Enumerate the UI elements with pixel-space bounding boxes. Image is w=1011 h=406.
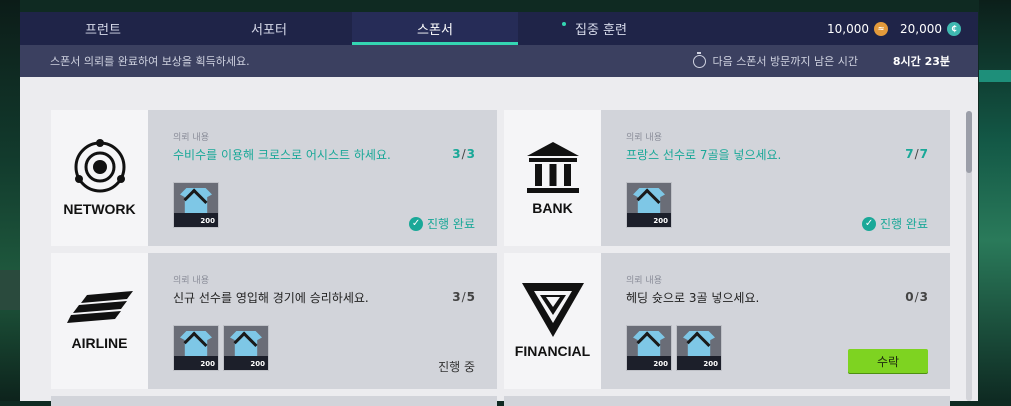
sponsor-description: 스폰서 의뢰를 완료하여 보상을 획득하세요.	[50, 55, 250, 68]
ad-board	[979, 70, 1011, 82]
reward-value: 200	[653, 360, 668, 368]
tab-supporter[interactable]: 서포터	[186, 12, 352, 45]
accept-button[interactable]: 수락	[848, 349, 928, 373]
token-amount: 20,000	[900, 21, 942, 36]
progress-current: 3	[452, 290, 461, 304]
scrollbar-thumb[interactable]	[966, 111, 972, 173]
sponsor-card-financial[interactable]: FINANCIAL 의뢰 내용 헤딩 슛으로 3골 넣으세요. 0/3 200 …	[504, 253, 950, 389]
reward-list: 200	[626, 182, 672, 228]
reward-list: 200	[173, 182, 219, 228]
sponsor-card-network[interactable]: NETWORK 의뢰 내용 수비수를 이용해 크로스로 어시스트 하세요. 3/…	[51, 110, 497, 246]
progress-total: 5	[466, 290, 475, 304]
mission-text: 헤딩 슛으로 3골 넣으세요.	[626, 291, 760, 305]
sponsor-logo: AIRLINE	[51, 253, 148, 389]
network-logo-icon	[74, 139, 125, 193]
reward-value: 200	[703, 360, 718, 368]
bank-logo-icon	[526, 142, 579, 193]
sponsor-card-partial	[51, 396, 497, 406]
check-icon: ✓	[862, 216, 877, 231]
sponsor-name: BANK	[532, 200, 573, 216]
sponsor-card-partial	[504, 396, 950, 406]
status-completed: ✓ 진행 완료	[862, 215, 928, 232]
timer-label-text: 다음 스폰서 방문까지 남은 시간	[712, 55, 858, 68]
sponsor-name: NETWORK	[63, 201, 136, 217]
progress-current: 7	[905, 147, 914, 161]
reward-jersey-card[interactable]: 200	[626, 182, 672, 228]
status-in-progress: 진행 중	[438, 358, 475, 375]
token-balance: 20,000 ₵	[900, 12, 961, 45]
mission-label: 의뢰 내용	[626, 133, 662, 143]
status-text: 진행 중	[438, 360, 475, 374]
stadium-background-left	[0, 0, 20, 401]
tab-label: 집중 훈련	[575, 23, 627, 38]
sponsor-logo: BANK	[504, 110, 601, 246]
mission-label: 의뢰 내용	[626, 276, 662, 286]
reward-jersey-card[interactable]: 200	[676, 325, 722, 371]
mission-label: 의뢰 내용	[173, 276, 209, 286]
timer-value: 8시간 23분	[892, 55, 950, 68]
airline-logo-icon	[66, 291, 133, 323]
progress-current: 0	[905, 290, 914, 304]
sponsor-name: FINANCIAL	[514, 343, 591, 359]
check-icon: ✓	[409, 216, 424, 231]
stadium-background-right	[979, 0, 1011, 401]
status-text: 진행 완료	[880, 217, 928, 231]
coin-amount: 10,000	[827, 21, 869, 36]
tab-front[interactable]: 프런트	[20, 12, 186, 45]
progress-total: 3	[466, 147, 475, 161]
sponsor-name: AIRLINE	[71, 335, 128, 351]
mission-progress: 3/3	[452, 147, 475, 161]
mission-progress: 3/5	[452, 290, 475, 304]
reward-jersey-card[interactable]: 200	[223, 325, 269, 371]
info-bar: 스폰서 의뢰를 완료하여 보상을 획득하세요. 다음 스폰서 방문까지 남은 시…	[20, 45, 978, 77]
mission-label: 의뢰 내용	[173, 133, 209, 143]
tab-label: 프런트	[85, 23, 121, 38]
status-completed: ✓ 진행 완료	[409, 215, 475, 232]
tab-label: 서포터	[251, 23, 287, 38]
stopwatch-icon	[693, 51, 707, 68]
mission-text: 신규 선수를 영입해 경기에 승리하세요.	[173, 291, 369, 305]
reward-jersey-card[interactable]: 200	[173, 182, 219, 228]
coin-icon: ≈	[874, 21, 888, 36]
progress-current: 3	[452, 147, 461, 161]
sponsor-card-bank[interactable]: BANK 의뢰 내용 프랑스 선수로 7골을 넣으세요. 7/7 200 ✓ 진행…	[504, 110, 950, 246]
sponsor-panel: NETWORK 의뢰 내용 수비수를 이용해 크로스로 어시스트 하세요. 3/…	[20, 77, 978, 406]
tab-focus-training[interactable]: 집중 훈련	[518, 12, 684, 45]
tab-sponsor[interactable]: 스폰서	[352, 12, 518, 45]
reward-value: 200	[200, 217, 215, 225]
reward-list: 200 200	[626, 325, 722, 371]
reward-value: 200	[653, 217, 668, 225]
sponsor-logo: FINANCIAL	[504, 253, 601, 389]
ad-board	[0, 270, 20, 310]
top-tab-bar: 프런트 서포터 스폰서 집중 훈련 10,000 ≈ 20,000 ₵	[20, 12, 978, 45]
next-visit-timer-label: 다음 스폰서 방문까지 남은 시간	[693, 51, 858, 69]
mission-text: 프랑스 선수로 7골을 넣으세요.	[626, 148, 782, 162]
reward-value: 200	[200, 360, 215, 368]
mission-text: 수비수를 이용해 크로스로 어시스트 하세요.	[173, 148, 391, 162]
progress-total: 7	[919, 147, 928, 161]
status-text: 진행 완료	[427, 217, 475, 231]
reward-jersey-card[interactable]: 200	[173, 325, 219, 371]
sponsor-card-airline[interactable]: AIRLINE 의뢰 내용 신규 선수를 영입해 경기에 승리하세요. 3/5 …	[51, 253, 497, 389]
mission-progress: 7/7	[905, 147, 928, 161]
notification-dot	[562, 22, 566, 26]
reward-jersey-card[interactable]: 200	[626, 325, 672, 371]
tab-label: 스폰서	[417, 23, 453, 38]
sponsor-logo: NETWORK	[51, 110, 148, 246]
progress-total: 3	[919, 290, 928, 304]
mission-progress: 0/3	[905, 290, 928, 304]
reward-value: 200	[250, 360, 265, 368]
financial-logo-icon	[521, 283, 584, 337]
token-icon: ₵	[947, 21, 961, 36]
reward-list: 200 200	[173, 325, 269, 371]
coin-balance: 10,000 ≈	[827, 12, 888, 45]
